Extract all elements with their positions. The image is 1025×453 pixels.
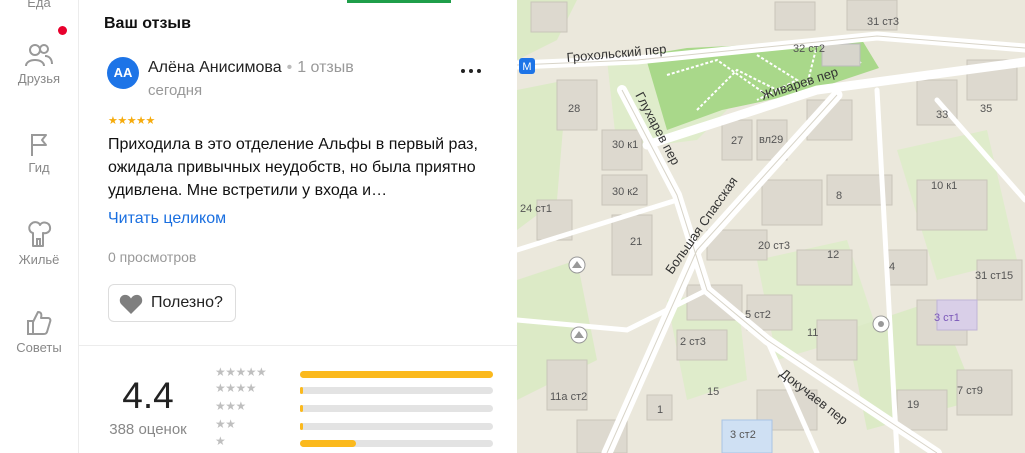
distribution-stars: ★★★★★ [215,365,267,379]
building-number: 35 [980,103,992,115]
distribution-bar-track [300,405,493,412]
rail-item-housing-label: Жильё [18,252,60,267]
distribution-bar-fill [300,405,303,412]
more-icon-dot [461,69,465,73]
building-number: 33 [936,109,948,121]
author-review-count: 1 отзыв [297,59,354,76]
review-stars: ★★★★★ [108,114,155,127]
building-number: 20 ст3 [758,240,790,252]
star-icon: ★ [126,115,137,127]
author-line: Алёна Анисимова • 1 отзыв [148,59,354,77]
more-icon-dot [477,69,481,73]
poi-marker[interactable] [872,315,890,333]
rail-item-friends[interactable]: Друзья [0,42,78,86]
notification-dot [58,26,67,35]
poi-marker[interactable] [570,326,588,344]
building-number: 31 ст3 [867,16,899,28]
building-number: 21 [630,236,642,248]
distribution-bar-fill [300,440,356,447]
active-tab-indicator [347,0,451,3]
building-number: 11а ст2 [550,391,587,403]
building-number: 27 [731,135,743,147]
building-number: 4 [889,261,895,273]
star-icon: ★ [136,115,146,127]
distribution-bar-track [300,440,493,447]
star-icon: ★ [117,115,127,127]
flag-icon [31,134,47,156]
distribution-bar-fill [300,423,303,430]
distribution-bar-fill [300,371,493,378]
building-number: 15 [707,386,719,398]
heart-icon [119,294,143,314]
distribution-stars: ★★★ [215,399,246,413]
left-rail: Еда Друзья Гид Жильё Советы [0,0,79,453]
rail-item-guide-label: Гид [28,160,50,175]
housing-icon [28,221,52,247]
rail-item-food-label[interactable]: Еда [0,0,78,10]
star-icon: ★ [145,115,156,127]
useful-button[interactable]: Полезно? [108,284,236,322]
more-options-button[interactable] [460,62,482,78]
read-more-link[interactable]: Читать целиком [108,210,226,228]
review-text: Приходила в это отделение Альфы в первый… [108,136,478,199]
friends-icon [25,44,53,67]
distribution-stars: ★★★★ [215,381,257,395]
building-number: 32 ст2 [793,43,825,55]
rail-item-friends-label: Друзья [17,71,61,86]
building-number: 12 [827,249,839,261]
building-number: 19 [907,399,919,411]
more-icon-dot [469,69,473,73]
poi-marker[interactable] [568,256,586,274]
star-icon: ★ [108,115,118,127]
building-number: 31 ст15 [975,270,1013,282]
building-number: 24 ст1 [520,203,552,215]
svg-text:М: М [522,61,531,73]
map[interactable]: М Грохольский пер Живарев пер Глухарев п… [517,0,1025,453]
building-number: 28 [568,103,580,115]
rail-item-tips[interactable]: Советы [0,309,78,355]
building-number: 7 ст9 [957,385,983,397]
building-number: 10 к1 [931,180,957,192]
review-date: сегодня [148,82,203,99]
section-title: Ваш отзыв [104,15,191,32]
distribution-stars: ★ [215,434,226,448]
avatar[interactable]: АА [107,57,139,89]
views-count: 0 просмотров [108,249,197,265]
distribution-bar-track [300,423,493,430]
building-number: 30 к1 [612,139,638,151]
building-number: 3 ст2 [730,429,756,441]
rail-item-guide[interactable]: Гид [0,131,78,175]
building-number: вл29 [759,134,783,146]
thumbs-up-icon [27,311,52,335]
distribution-bar-track [300,371,493,378]
rail-item-tips-label: Советы [16,340,62,355]
author-name[interactable]: Алёна Анисимова [148,59,282,76]
rail-item-housing[interactable]: Жильё [0,219,78,267]
distribution-bar-fill [300,387,303,394]
building-number: 5 ст2 [745,309,771,321]
rating-count: 388 оценок [109,421,187,438]
distribution-bar-track [300,387,493,394]
building-number: 11 [807,327,818,339]
useful-button-label: Полезно? [151,294,223,311]
distribution-stars: ★★ [215,417,236,431]
building-number: 30 к2 [612,186,638,198]
review-panel: Ваш отзыв АА Алёна Анисимова • 1 отзыв сег… [79,0,517,453]
building-number: 8 [836,190,842,202]
building-number: 1 [657,404,663,416]
separator-dot: • [286,59,293,76]
building-number: 3 ст1 [934,312,960,324]
section-divider [79,345,517,346]
building-number: 2 ст3 [680,336,706,348]
map-canvas[interactable]: М Грохольский пер Живарев пер Глухарев п… [517,0,1025,453]
rating-value: 4.4 [122,375,174,416]
